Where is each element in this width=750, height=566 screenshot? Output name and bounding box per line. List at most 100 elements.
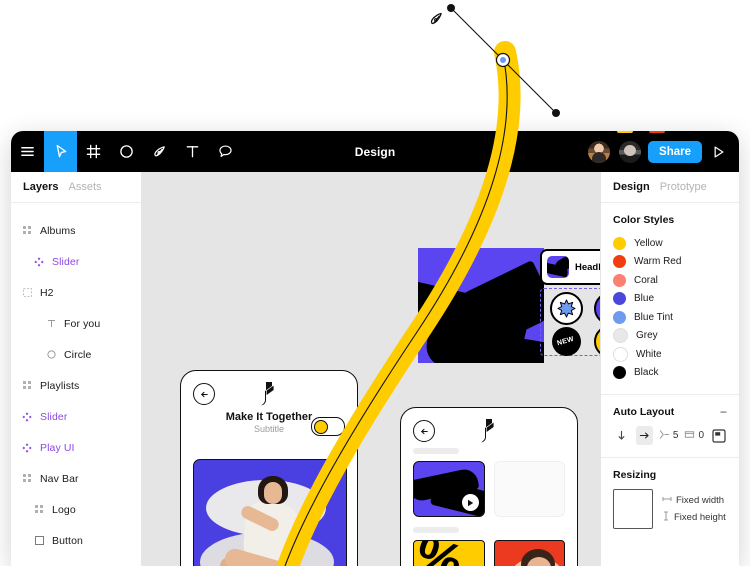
play-icon[interactable] bbox=[707, 141, 729, 163]
star-badge[interactable] bbox=[549, 292, 583, 325]
cursor-name-tags bbox=[617, 131, 665, 133]
app-body: Layers Assets Albums Slider H2 For you C… bbox=[11, 172, 739, 566]
chip-thumbnail bbox=[547, 256, 569, 278]
design-panel: Design Prototype Color Styles Yellow War… bbox=[600, 172, 739, 566]
tab-layers[interactable]: Layers bbox=[23, 181, 58, 193]
rewind-badge[interactable] bbox=[593, 292, 600, 325]
screenshot-root: Design Share Layers Assets Albums Slider… bbox=[0, 0, 750, 566]
fixed-height-label: Fixed height bbox=[674, 511, 726, 523]
color-style-label: Coral bbox=[634, 274, 658, 286]
layer-row-button[interactable]: Button bbox=[11, 525, 141, 556]
layer-label: Playlists bbox=[40, 379, 80, 392]
new-badge-label: NEW bbox=[556, 335, 576, 348]
color-style-blue-tint[interactable]: Blue Tint bbox=[613, 308, 727, 327]
comment-icon[interactable] bbox=[209, 131, 242, 172]
layer-row-for-you[interactable]: For you bbox=[11, 308, 141, 339]
color-style-blue[interactable]: Blue bbox=[613, 290, 727, 309]
design-canvas[interactable]: Headline NEW bbox=[142, 172, 600, 566]
layer-row-logo[interactable]: Logo bbox=[11, 494, 141, 525]
fixed-width-option[interactable]: Fixed width bbox=[662, 495, 726, 506]
color-style-label: Warm Red bbox=[634, 256, 682, 268]
color-swatch bbox=[613, 236, 626, 250]
alignment-icon[interactable] bbox=[710, 426, 727, 445]
skeleton-label bbox=[413, 448, 459, 454]
resizing-title: Resizing bbox=[613, 469, 657, 481]
auto-layout-controls: 5 0 bbox=[613, 426, 727, 445]
music-note-logo-icon bbox=[478, 418, 500, 449]
empty-card[interactable] bbox=[493, 461, 565, 517]
sparkle-badge[interactable] bbox=[593, 325, 600, 358]
menu-icon[interactable] bbox=[11, 131, 44, 172]
component-icon bbox=[21, 442, 33, 454]
padding-value: 0 bbox=[698, 430, 705, 441]
avatar[interactable] bbox=[617, 138, 644, 165]
bezier-handle-endpoint bbox=[552, 109, 560, 117]
cursor-icon[interactable] bbox=[44, 131, 77, 172]
color-style-warm-red[interactable]: Warm Red bbox=[613, 253, 727, 272]
share-button[interactable]: Share bbox=[648, 140, 702, 163]
toolbar-right-group: Share bbox=[586, 138, 739, 165]
color-style-label: White bbox=[636, 348, 662, 360]
portrait-card[interactable] bbox=[493, 540, 565, 566]
layer-row-nav-bar[interactable]: Nav Bar bbox=[11, 463, 141, 494]
color-styles-section: Color Styles Yellow Warm Red Coral Blue … bbox=[601, 203, 739, 395]
layer-label: For you bbox=[64, 317, 101, 330]
resizing-controls: Fixed width Fixed height bbox=[613, 489, 727, 529]
album-cover-photo[interactable] bbox=[193, 459, 347, 566]
arrow-right-icon[interactable] bbox=[635, 426, 653, 445]
padding-control[interactable]: 0 bbox=[684, 429, 704, 443]
layer-row-slider-2[interactable]: Slider bbox=[11, 401, 141, 432]
component-icon bbox=[21, 411, 33, 423]
back-button[interactable] bbox=[193, 383, 215, 405]
ellipse-icon bbox=[45, 349, 57, 361]
color-style-grey[interactable]: Grey bbox=[613, 327, 727, 346]
play-icon[interactable] bbox=[461, 494, 479, 511]
layer-row-slider-1[interactable]: Slider bbox=[11, 246, 141, 277]
tab-design[interactable]: Design bbox=[613, 181, 650, 193]
layer-row-circle[interactable]: Circle bbox=[11, 339, 141, 370]
spacing-icon bbox=[659, 429, 670, 443]
layer-label: Albums bbox=[40, 224, 76, 237]
video-card[interactable] bbox=[413, 461, 485, 517]
layer-row-play-ui[interactable]: Play UI bbox=[11, 432, 141, 463]
layer-label: Logo bbox=[52, 503, 76, 516]
badge-selection-group[interactable]: NEW bbox=[540, 288, 600, 358]
auto-layout-header: Auto Layout − bbox=[613, 406, 727, 418]
color-style-black[interactable]: Black bbox=[613, 364, 727, 383]
resize-preview-box[interactable] bbox=[613, 489, 653, 529]
pen-icon[interactable] bbox=[143, 131, 176, 172]
cursor-tag-red bbox=[649, 131, 665, 133]
collapse-icon[interactable]: − bbox=[720, 406, 727, 418]
tab-assets[interactable]: Assets bbox=[68, 181, 101, 193]
headline-chip[interactable]: Headline bbox=[540, 249, 600, 285]
track-title: Make It Together bbox=[225, 411, 313, 423]
percent-card[interactable]: % bbox=[413, 540, 485, 566]
color-style-coral[interactable]: Coral bbox=[613, 271, 727, 290]
frame-icon[interactable] bbox=[77, 131, 110, 172]
color-style-yellow[interactable]: Yellow bbox=[613, 234, 727, 253]
toggle-switch[interactable] bbox=[311, 417, 345, 436]
avatar[interactable] bbox=[586, 138, 613, 165]
ellipse-icon[interactable] bbox=[110, 131, 143, 172]
width-icon bbox=[662, 495, 672, 506]
layer-row-h2[interactable]: H2 bbox=[11, 277, 141, 308]
spacing-control[interactable]: 5 bbox=[659, 429, 679, 443]
color-style-white[interactable]: White bbox=[613, 345, 727, 364]
back-button[interactable] bbox=[413, 420, 435, 442]
layer-row-playlists[interactable]: Playlists bbox=[11, 370, 141, 401]
album-art-tile[interactable] bbox=[418, 248, 544, 363]
right-panel-tabs: Design Prototype bbox=[601, 172, 739, 203]
phone-mockup-one[interactable]: Make It Together Subtitle bbox=[180, 370, 358, 566]
text-icon[interactable] bbox=[176, 131, 209, 172]
layer-row-albums[interactable]: Albums bbox=[11, 215, 141, 246]
top-toolbar: Design Share bbox=[11, 131, 739, 172]
cursor-tag-yellow bbox=[617, 131, 633, 133]
phone-mockup-two[interactable]: % bbox=[400, 407, 578, 566]
spacing-value: 5 bbox=[672, 430, 679, 441]
color-style-label: Yellow bbox=[634, 237, 663, 249]
arrow-down-icon[interactable] bbox=[613, 426, 630, 445]
track-title-group: Make It Together Subtitle bbox=[226, 411, 313, 434]
fixed-height-option[interactable]: Fixed height bbox=[662, 511, 726, 524]
new-badge[interactable]: NEW bbox=[551, 327, 581, 356]
tab-prototype[interactable]: Prototype bbox=[660, 181, 707, 193]
